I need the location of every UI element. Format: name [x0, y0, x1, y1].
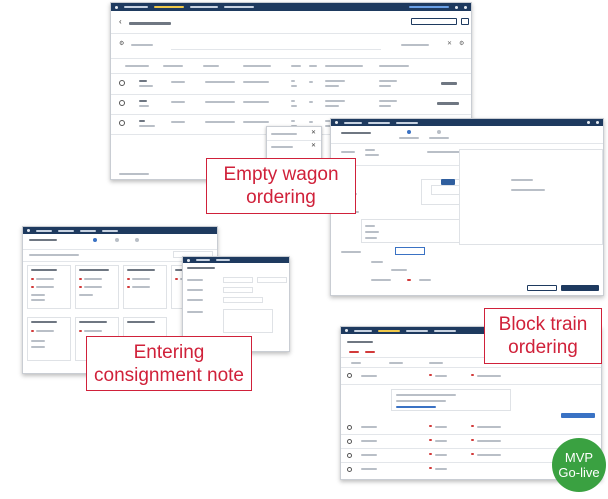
consignment-callout: Entering consignment note: [86, 336, 252, 391]
order-button[interactable]: [411, 18, 457, 25]
mvp-go-live-badge: MVP Go-live: [552, 438, 606, 492]
form-title: [341, 132, 371, 134]
filter-icon[interactable]: ⚙: [119, 40, 124, 47]
table-row[interactable]: [341, 421, 601, 435]
submit-button[interactable]: [561, 285, 599, 291]
status-filter[interactable]: [401, 44, 429, 46]
table-header: [125, 65, 149, 67]
add-wagon-button[interactable]: [561, 413, 595, 418]
table-row[interactable]: [111, 95, 471, 115]
badge-line2: Go-live: [558, 465, 600, 480]
search-field[interactable]: [131, 44, 153, 46]
row-count: [119, 173, 149, 175]
cancel-button[interactable]: [527, 285, 557, 291]
radio-icon[interactable]: [119, 100, 125, 106]
block-train-label: Block train ordering: [498, 314, 588, 358]
empty-wagon-callout: Empty wagon ordering: [206, 158, 356, 214]
radio-icon[interactable]: [347, 373, 352, 378]
radio-icon[interactable]: [119, 80, 125, 86]
consignment-label: Entering consignment note: [94, 341, 244, 386]
wagon-order-form-screenshot: [330, 118, 604, 296]
badge-line1: MVP: [564, 450, 594, 465]
table-row[interactable]: [111, 75, 471, 95]
page-title: [129, 22, 171, 25]
radio-icon[interactable]: [119, 120, 125, 126]
back-arrow-icon[interactable]: ‹: [119, 17, 122, 26]
gear-icon[interactable]: ⚙: [459, 40, 464, 47]
block-train-callout: Block train ordering: [484, 308, 602, 364]
context-popup: ✕ ✕: [266, 126, 322, 160]
empty-wagon-label: Empty wagon ordering: [223, 164, 339, 208]
more-button[interactable]: [461, 18, 469, 25]
app-navbar: [111, 3, 471, 11]
table-row[interactable]: [341, 369, 601, 385]
close-icon[interactable]: ✕: [447, 40, 452, 47]
blue-field[interactable]: [395, 247, 425, 255]
